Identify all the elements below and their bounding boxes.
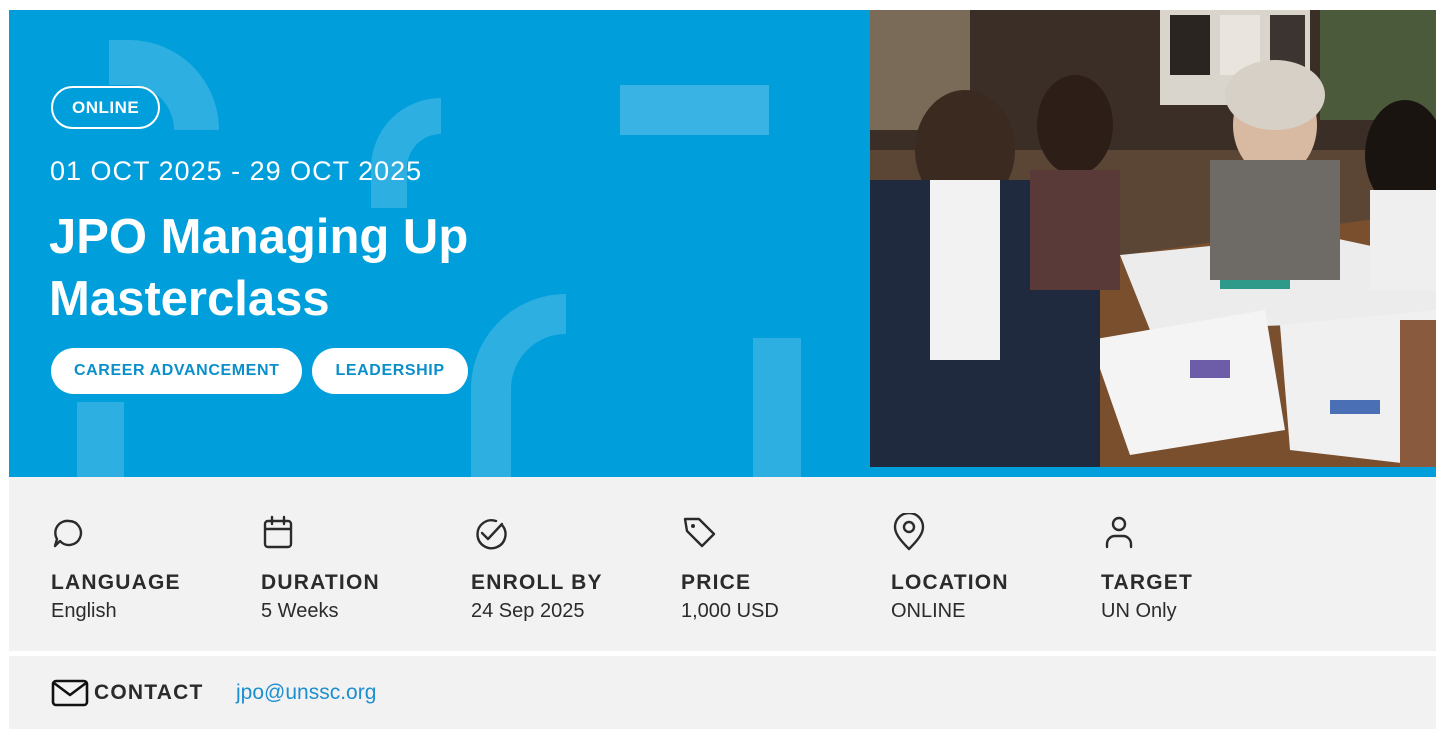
contact-bar: CONTACT jpo@unssc.org [9,656,1436,729]
price-tag-icon [681,513,717,553]
chat-bubble-icon [51,513,87,553]
user-icon [1101,513,1137,553]
detail-value: English [51,600,117,622]
topic-tags: CAREER ADVANCEMENT LEADERSHIP [51,348,468,394]
tag-career-advancement[interactable]: CAREER ADVANCEMENT [51,348,303,394]
decorative-shape [620,85,769,135]
detail-value: 24 Sep 2025 [471,600,585,622]
mail-icon [51,679,89,707]
calendar-icon [261,513,297,553]
detail-price: PRICE 1,000 USD [639,477,839,651]
check-circle-icon [471,513,507,553]
detail-label: ENROLL BY [471,571,603,594]
course-title: JPO Managing Up Masterclass [49,210,469,326]
decorative-shape [371,98,441,208]
delivery-mode-badge: ONLINE [51,86,161,129]
course-hero: ONLINE 01 OCT 2025 - 29 OCT 2025 JPO Man… [9,10,1436,477]
detail-value: 5 Weeks [261,600,339,622]
tag-leadership[interactable]: LEADERSHIP [312,348,468,394]
contact-label: CONTACT [94,681,204,704]
detail-target: TARGET UN Only [1059,477,1259,651]
detail-value: ONLINE [891,600,966,622]
contact-email-link[interactable]: jpo@unssc.org [236,681,376,705]
detail-value: 1,000 USD [681,600,779,622]
detail-label: DURATION [261,571,380,594]
detail-value: UN Only [1101,600,1177,622]
detail-location: LOCATION ONLINE [849,477,1049,651]
detail-enroll-by: ENROLL BY 24 Sep 2025 [429,477,629,651]
hero-panel: ONLINE 01 OCT 2025 - 29 OCT 2025 JPO Man… [9,10,870,477]
course-details-bar: LANGUAGE English DURATION 5 Weeks ENROLL… [9,477,1436,651]
detail-duration: DURATION 5 Weeks [219,477,419,651]
course-photo [870,10,1436,467]
decorative-shape [77,402,124,477]
detail-language: LANGUAGE English [9,477,209,651]
detail-label: TARGET [1101,571,1193,594]
detail-label: PRICE [681,571,752,594]
decorative-shape [753,338,801,477]
detail-label: LANGUAGE [51,571,181,594]
location-pin-icon [891,511,927,553]
photo-accent-strip [870,467,1436,477]
course-dates: 01 OCT 2025 - 29 OCT 2025 [50,156,423,186]
detail-label: LOCATION [891,571,1009,594]
